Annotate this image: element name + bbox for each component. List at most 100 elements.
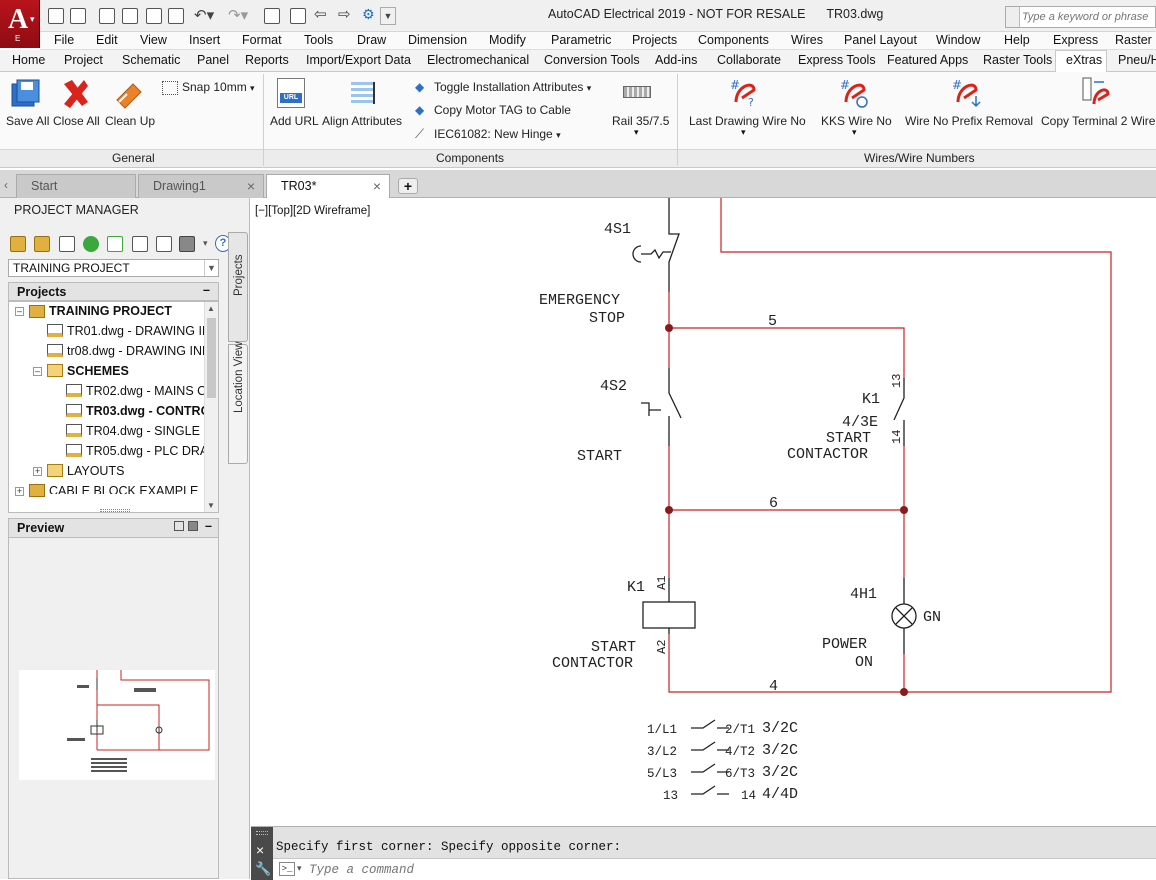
open-icon[interactable] [70, 8, 86, 24]
open-project-icon[interactable] [10, 236, 26, 252]
qat-dropdown-icon[interactable]: ▼ [380, 7, 396, 25]
menu-express[interactable]: Express [1053, 33, 1098, 47]
tab-raster-tools[interactable]: Raster Tools [983, 53, 1052, 67]
search-input[interactable] [1022, 9, 1155, 25]
align-attributes-button[interactable]: Align Attributes [322, 114, 402, 128]
tree-item-tr08[interactable]: tr08.dwg - DRAWING IND [67, 344, 211, 358]
tab-featured-apps[interactable]: Featured Apps [887, 53, 968, 67]
refresh-icon[interactable] [83, 236, 99, 252]
tab-home[interactable]: Home [12, 53, 45, 67]
customize-wrench-icon[interactable]: 🔧 [255, 861, 271, 877]
menu-tools[interactable]: Tools [304, 33, 333, 47]
scroll-thumb[interactable] [207, 318, 216, 398]
menu-parametric[interactable]: Parametric [551, 33, 611, 47]
redo-icon[interactable]: ↷▾ [228, 6, 248, 24]
expand-node-icon[interactable]: + [15, 487, 24, 496]
export-icon[interactable] [168, 8, 184, 24]
tab-schematic[interactable]: Schematic [122, 53, 180, 67]
close-tab-icon[interactable]: × [373, 178, 381, 194]
tab-electromechanical[interactable]: Electromechanical [427, 53, 529, 67]
expand-node-icon[interactable]: + [33, 467, 42, 476]
recent-commands-dropdown-icon[interactable]: ▾ [297, 863, 302, 874]
details-view-icon[interactable] [174, 521, 184, 531]
tab-reports[interactable]: Reports [245, 53, 289, 67]
close-all-button[interactable]: Close All [53, 114, 100, 128]
drawing-list-icon[interactable] [156, 236, 172, 252]
tree-item-tr02[interactable]: TR02.dwg - MAINS CI [86, 384, 210, 398]
clean-up-button[interactable]: Clean Up [105, 114, 155, 128]
tab-panel[interactable]: Panel [197, 53, 229, 67]
kks-wire-no-button[interactable]: KKS Wire No [821, 114, 892, 128]
preview-section-header[interactable]: Preview – [8, 518, 219, 538]
menu-view[interactable]: View [140, 33, 167, 47]
project-task-list-icon[interactable] [59, 236, 75, 252]
menu-modify[interactable]: Modify [489, 33, 526, 47]
tree-item-layouts[interactable]: LAYOUTS [67, 464, 124, 478]
project-properties-icon[interactable] [132, 236, 148, 252]
folder-icon[interactable] [290, 8, 306, 24]
tree-item-tr01[interactable]: TR01.dwg - DRAWING IN [67, 324, 211, 338]
preview-view-icon[interactable] [188, 521, 198, 531]
project-selector[interactable]: TRAINING PROJECT ▼ [8, 259, 219, 277]
collapse-icon[interactable]: – [205, 519, 212, 533]
side-tab-projects[interactable]: Projects [228, 232, 248, 342]
tab-start[interactable]: Start [16, 174, 136, 198]
menu-window[interactable]: Window [936, 33, 980, 47]
workspace-icon[interactable]: ⚙ [362, 6, 375, 23]
tree-item-schemes[interactable]: SCHEMES [67, 364, 129, 378]
tab-express-tools[interactable]: Express Tools [798, 53, 876, 67]
wire-no-prefix-removal-button[interactable]: Wire No Prefix Removal [905, 114, 1033, 128]
back-icon[interactable]: ⇦ [314, 5, 327, 23]
tabs-menu-icon[interactable]: ‹ [4, 178, 8, 192]
rail-dropdown-icon[interactable]: ▾ [634, 127, 639, 138]
menu-draw[interactable]: Draw [357, 33, 386, 47]
tree-item-tr05[interactable]: TR05.dwg - PLC DRAV [86, 444, 216, 458]
tab-import-export-data[interactable]: Import/Export Data [306, 53, 411, 67]
last-drawing-wire-no-button[interactable]: Last Drawing Wire No [689, 114, 806, 128]
menu-help[interactable]: Help [1004, 33, 1030, 47]
toggle-installation-attributes-button[interactable]: Toggle Installation Attributes ▾ [434, 80, 591, 94]
command-input[interactable] [309, 862, 909, 878]
tab-add-ins[interactable]: Add-ins [655, 53, 697, 67]
last-drawing-dropdown-icon[interactable]: ▾ [741, 127, 746, 138]
tree-item-tr03[interactable]: TR03.dwg - CONTRO [86, 404, 210, 418]
add-url-button[interactable]: Add URL [270, 114, 319, 128]
search-box[interactable] [1005, 6, 1156, 28]
snap-dropdown[interactable]: Snap 10mm ▾ [182, 80, 255, 94]
save-icon[interactable] [99, 8, 115, 24]
kks-dropdown-icon[interactable]: ▾ [852, 127, 857, 138]
menu-projects[interactable]: Projects [632, 33, 677, 47]
menu-insert[interactable]: Insert [189, 33, 220, 47]
menu-panel-layout[interactable]: Panel Layout [844, 33, 917, 47]
menu-file[interactable]: File [54, 33, 74, 47]
collapse-node-icon[interactable]: – [15, 307, 24, 316]
forward-icon[interactable]: ⇨ [338, 5, 351, 23]
collapse-icon[interactable]: – [203, 283, 210, 297]
plot-icon[interactable] [264, 8, 280, 24]
tab-conversion-tools[interactable]: Conversion Tools [544, 53, 640, 67]
close-icon[interactable]: × [256, 842, 264, 858]
tab-pneu-hydro[interactable]: Pneu/H [1118, 53, 1156, 67]
menu-format[interactable]: Format [242, 33, 282, 47]
tree-scrollbar[interactable]: ▲ ▼ [204, 302, 218, 512]
tab-tr03[interactable]: TR03* × [266, 174, 390, 198]
copy-terminal-2-wire-button[interactable]: Copy Terminal 2 Wire [1041, 114, 1155, 128]
drawing-canvas[interactable]: [−][Top][2D Wireframe] 4S1 EMERGENCY STO… [251, 198, 1156, 826]
tab-project[interactable]: Project [64, 53, 103, 67]
menu-wires[interactable]: Wires [791, 33, 823, 47]
projects-section-header[interactable]: Projects – [8, 282, 219, 301]
save-all-button[interactable]: Save All [6, 114, 49, 128]
command-input-row[interactable]: >_ ▾ [273, 858, 1156, 880]
application-button[interactable]: A ▾ E [0, 0, 40, 48]
new-tab-plus-icon[interactable]: + [398, 178, 418, 194]
tab-collaborate[interactable]: Collaborate [717, 53, 781, 67]
tab-drawing1[interactable]: Drawing1 × [138, 174, 264, 198]
publish-plot-icon[interactable] [179, 236, 195, 252]
menu-dimension[interactable]: Dimension [408, 33, 467, 47]
scroll-down-icon[interactable]: ▼ [207, 501, 215, 510]
command-prompt-icon[interactable]: >_ [279, 862, 295, 876]
undo-icon[interactable]: ↶▾ [194, 6, 214, 24]
collapse-node-icon[interactable]: – [33, 367, 42, 376]
copy-motor-tag-button[interactable]: Copy Motor TAG to Cable [434, 103, 571, 117]
scroll-up-icon[interactable]: ▲ [207, 304, 215, 313]
